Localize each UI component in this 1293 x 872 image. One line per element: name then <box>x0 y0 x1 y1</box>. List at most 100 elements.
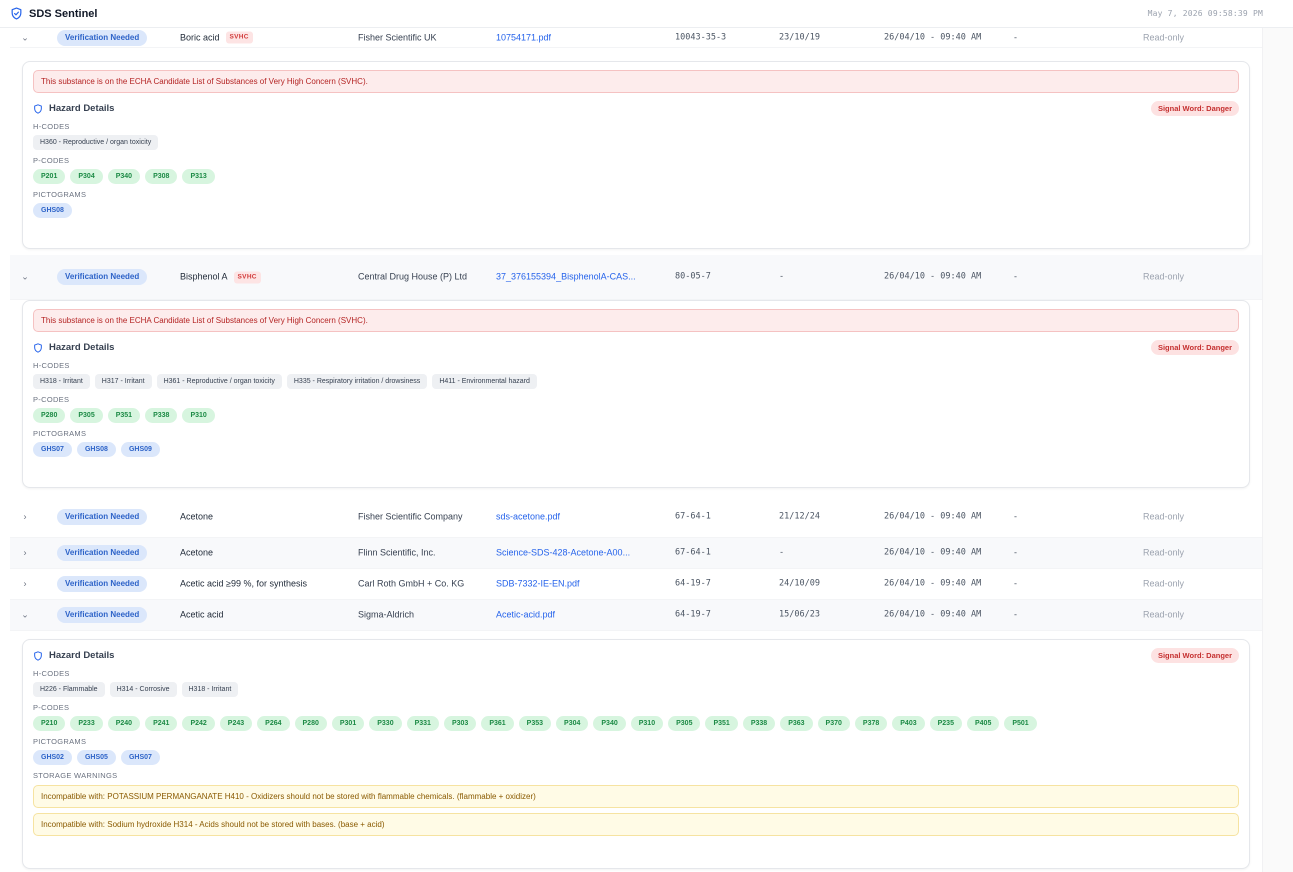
extra-field: - <box>1014 32 1017 42</box>
cas-number: 64-19-7 <box>675 578 711 589</box>
chevron-down-icon[interactable]: ⌄ <box>20 271 30 284</box>
pictograms-list: GHS08 <box>33 203 1239 218</box>
sds-file-link[interactable]: sds-acetone.pdf <box>496 510 656 523</box>
supplier: Flinn Scientific, Inc. <box>358 547 436 558</box>
h-code-chip: H318 - Irritant <box>33 374 90 389</box>
pictogram-chip: GHS07 <box>33 442 72 457</box>
uploaded-at: 26/04/10 - 09:40 AM <box>884 578 982 589</box>
substance-name: Boric acid SVHC <box>180 31 253 44</box>
p-code-chip: P313 <box>182 169 215 184</box>
supplier: Central Drug House (P) Ltd <box>358 271 468 282</box>
table-row[interactable]: ⌄ Verification Needed Bisphenol A SVHC Ce… <box>10 255 1262 300</box>
h-code-chip: H226 - Flammable <box>33 682 105 697</box>
shield-icon <box>11 7 22 20</box>
pictograms-list: GHS02 GHS05 GHS07 <box>33 750 1239 765</box>
h-code-chip: H411 - Environmental hazard <box>432 374 537 389</box>
table-row[interactable]: › Verification Needed Acetone Flinn Scie… <box>10 538 1262 569</box>
p-code-chip: P308 <box>145 169 178 184</box>
uploaded-at: 26/04/10 - 09:40 AM <box>884 32 982 42</box>
sds-file-link[interactable]: 37_376155394_BisphenolA-CAS... <box>496 271 656 284</box>
chevron-down-icon[interactable]: ⌄ <box>20 609 30 622</box>
chevron-right-icon[interactable]: › <box>20 510 30 523</box>
p-codes-list: P280 P305 P351 P338 P310 <box>33 408 1239 423</box>
p-code-chip: P264 <box>257 716 290 731</box>
h-code-chip: H360 - Reproductive / organ toxicity <box>33 135 159 150</box>
access-mode: Read-only <box>1143 271 1185 282</box>
substance-name-text: Acetone <box>180 547 214 558</box>
pictogram-chip: GHS09 <box>120 442 160 457</box>
substance-name: Acetone <box>180 510 213 523</box>
status-badge: Verification Needed <box>57 576 148 592</box>
table-row[interactable]: ⌄ Verification Needed Boric acid SVHC Fis… <box>10 28 1262 48</box>
chevron-right-icon[interactable]: › <box>20 578 30 591</box>
h-codes-label: H-CODES <box>33 669 70 678</box>
p-code-chip: P233 <box>70 716 103 731</box>
p-code-chip: P242 <box>182 716 215 731</box>
p-code-chip: P338 <box>742 716 776 731</box>
p-code-chip: P243 <box>219 716 253 731</box>
pictogram-chip: GHS07 <box>120 750 160 765</box>
p-code-chip: P363 <box>780 716 813 731</box>
sds-file-link[interactable]: 10754171.pdf <box>496 31 656 44</box>
top-bar: SDS Sentinel May 7, 2026 09:58:39 PM <box>0 0 1293 28</box>
table-row[interactable]: › Verification Needed Acetone Fisher Sci… <box>10 496 1262 538</box>
p-code-chip: P304 <box>70 169 103 184</box>
p-code-chip: P370 <box>817 716 850 731</box>
access-mode: Read-only <box>1143 547 1185 558</box>
h-code-chip: H335 - Respiratory irritation / drowsine… <box>286 374 428 389</box>
pictograms-list: GHS07 GHS08 GHS09 <box>33 442 1239 457</box>
status-badge: Verification Needed <box>57 545 148 561</box>
p-code-chip: P305 <box>70 408 103 423</box>
chevron-right-icon[interactable]: › <box>20 547 30 560</box>
hazard-details-title: Hazard Details <box>33 342 114 353</box>
p-code-chip: P330 <box>369 716 402 731</box>
substance-name: Bisphenol A SVHC <box>180 271 261 284</box>
table-row[interactable]: ⌄ Verification Needed Acetic acid Sigma-… <box>10 600 1262 631</box>
status-badge: Verification Needed <box>57 508 148 525</box>
cas-number: 67-64-1 <box>675 511 711 521</box>
access-mode: Read-only <box>1143 609 1185 620</box>
p-code-chip: P353 <box>518 716 552 731</box>
sds-file-link[interactable]: Science-SDS-428-Acetone-A00... <box>496 547 656 560</box>
supplier: Fisher Scientific Company <box>358 511 463 521</box>
p-code-chip: P210 <box>33 716 66 731</box>
hazard-panel: This substance is on the ECHA Candidate … <box>22 61 1250 249</box>
supplier: Fisher Scientific UK <box>358 32 437 42</box>
uploaded-at: 26/04/10 - 09:40 AM <box>884 547 982 558</box>
hazard-details-title: Hazard Details <box>33 650 114 661</box>
extra-field: - <box>1014 609 1017 620</box>
sds-table: ⌄ Verification Needed Boric acid SVHC Fis… <box>10 28 1262 872</box>
sds-file-link[interactable]: Acetic-acid.pdf <box>496 609 656 622</box>
p-code-chip: P405 <box>966 716 1000 731</box>
uploaded-at: 26/04/10 - 09:40 AM <box>884 271 982 282</box>
h-codes-list: H318 - Irritant H317 - Irritant H361 - R… <box>33 374 1239 389</box>
substance-name-text: Acetic acid <box>180 609 224 620</box>
table-row[interactable]: › Verification Needed Acetic acid ≥99 %,… <box>10 569 1262 600</box>
h-code-chip: H318 - Irritant <box>181 682 239 697</box>
sds-file-link[interactable]: SDB-7332-IE-EN.pdf <box>496 578 656 591</box>
storage-warning: Incompatible with: Sodium hydroxide H314… <box>33 813 1239 836</box>
substance-name-text: Acetic acid ≥99 %, for synthesis <box>180 578 307 589</box>
substance-name-text: Acetone <box>180 511 214 521</box>
app-brand[interactable]: SDS Sentinel <box>10 7 97 20</box>
p-code-chip: P501 <box>1004 716 1037 731</box>
pictogram-chip: GHS08 <box>33 203 72 218</box>
signal-word-badge: Signal Word: Danger <box>1150 101 1239 116</box>
access-mode: Read-only <box>1143 32 1185 42</box>
hazard-details-label: Hazard Details <box>49 342 115 353</box>
status-badge: Verification Needed <box>57 29 148 46</box>
p-codes-label: P-CODES <box>33 156 70 165</box>
current-timestamp: May 7, 2026 09:58:39 PM <box>1147 9 1263 18</box>
cas-number: 64-19-7 <box>675 609 711 620</box>
substance-name-text: Bisphenol A <box>180 271 228 282</box>
revision-date: - <box>779 547 785 558</box>
p-code-chip: P241 <box>145 716 178 731</box>
svhc-badge: SVHC <box>225 31 253 44</box>
chevron-down-icon[interactable]: ⌄ <box>20 31 30 44</box>
h-code-chip: H314 - Corrosive <box>109 682 177 697</box>
h-codes-label: H-CODES <box>33 122 70 131</box>
scrollbar-track[interactable] <box>1262 28 1293 872</box>
p-code-chip: P338 <box>145 408 178 423</box>
app-title: SDS Sentinel <box>29 7 98 20</box>
signal-word-badge: Signal Word: Danger <box>1150 648 1239 663</box>
